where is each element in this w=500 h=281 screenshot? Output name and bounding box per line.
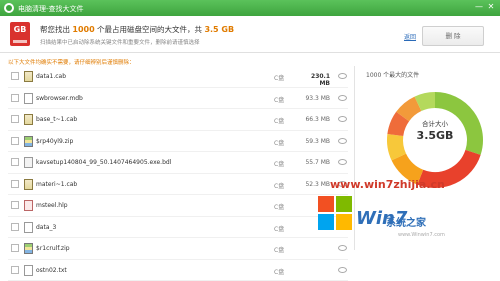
file-file-icon bbox=[24, 222, 33, 233]
zip-file-icon bbox=[24, 136, 33, 147]
file-name: kavsetup140804_99_50.1407464905.exe.bdl bbox=[36, 159, 171, 166]
row-checkbox[interactable] bbox=[11, 94, 19, 102]
file-row[interactable]: materi~1.cab C盘 52.3 MB bbox=[8, 174, 348, 196]
row-checkbox[interactable] bbox=[11, 137, 19, 145]
file-drive: C盘 bbox=[274, 159, 284, 168]
file-drive: C盘 bbox=[274, 95, 284, 104]
back-link[interactable]: 返回 bbox=[404, 32, 416, 41]
file-name: base_t~1.cab bbox=[36, 116, 77, 123]
row-checkbox[interactable] bbox=[11, 180, 19, 188]
preview-eye-icon[interactable] bbox=[338, 73, 347, 79]
preview-eye-icon[interactable] bbox=[338, 95, 347, 101]
file-drive: C盘 bbox=[274, 181, 284, 190]
row-checkbox[interactable] bbox=[11, 266, 19, 274]
preview-eye-icon[interactable] bbox=[338, 138, 347, 144]
title-bar: 电脑清理-查找大文件 — ✕ bbox=[0, 0, 500, 16]
file-size: 55.7 MB bbox=[300, 159, 330, 166]
file-name: $rp40yl9.zip bbox=[36, 138, 73, 145]
size-donut-chart bbox=[370, 84, 500, 214]
row-checkbox[interactable] bbox=[11, 158, 19, 166]
file-row[interactable]: swbrowser.mdb C盘 93.3 MB bbox=[8, 88, 348, 110]
file-row[interactable]: data_3 C盘 bbox=[8, 217, 348, 239]
file-drive: C盘 bbox=[274, 138, 284, 147]
file-size: 66.3 MB bbox=[300, 116, 330, 123]
file-row[interactable]: base_t~1.cab C盘 66.3 MB bbox=[8, 109, 348, 131]
donut-segment bbox=[395, 116, 402, 134]
chart-title: 1000 个最大的文件 bbox=[366, 70, 419, 79]
zip-file-icon bbox=[24, 243, 33, 254]
exe-file-icon bbox=[24, 157, 33, 168]
file-drive: C盘 bbox=[274, 202, 284, 211]
file-count: 1000 bbox=[72, 25, 94, 34]
file-drive: C盘 bbox=[274, 224, 284, 233]
warning-hint: 以下大文件均确实不需要，请仔细辨别后谨慎删除： bbox=[8, 58, 135, 66]
hlp-file-icon bbox=[24, 200, 33, 211]
file-row[interactable]: kavsetup140804_99_50.1407464905.exe.bdl C… bbox=[8, 152, 348, 174]
gb-file-icon: GB bbox=[10, 22, 30, 46]
file-name: materi~1.cab bbox=[36, 181, 77, 188]
file-name: msteel.hlp bbox=[36, 202, 68, 209]
watermark-slogan: 系统之家 bbox=[386, 214, 426, 229]
preview-eye-icon[interactable] bbox=[338, 159, 347, 165]
summary-header: GB 帮您找出 1000 个最占用磁盘空间的大文件，共 3.5 GB 扫描结果中… bbox=[0, 16, 500, 53]
window-title: 电脑清理-查找大文件 bbox=[18, 4, 84, 14]
delete-button[interactable]: 删 除 bbox=[422, 26, 484, 46]
file-name: data1.cab bbox=[36, 73, 66, 80]
windows-logo-icon bbox=[318, 196, 354, 232]
file-drive: C盘 bbox=[274, 267, 284, 276]
divider bbox=[354, 66, 355, 250]
file-name: data_3 bbox=[36, 224, 56, 231]
file-size: 52.3 MB bbox=[300, 181, 330, 188]
preview-eye-icon[interactable] bbox=[338, 245, 347, 251]
preview-eye-icon[interactable] bbox=[338, 116, 347, 122]
app-logo-icon bbox=[4, 3, 14, 13]
total-size-value: 3.5GB bbox=[410, 129, 460, 142]
file-row[interactable]: data1.cab C盘 230.1 MB bbox=[8, 66, 348, 88]
donut-segment bbox=[418, 100, 435, 104]
file-drive: C盘 bbox=[274, 116, 284, 125]
file-drive: C盘 bbox=[274, 73, 284, 82]
file-size: 59.3 MB bbox=[300, 138, 330, 145]
cab-file-icon bbox=[24, 71, 33, 82]
file-list: data1.cab C盘 230.1 MB swbrowser.mdb C盘 93.3 M… bbox=[8, 66, 348, 281]
cab-file-icon bbox=[24, 114, 33, 125]
file-name: $r1crulf.zip bbox=[36, 245, 70, 252]
summary-subtext: 扫描结果中已启动除系统关键文件和重要文件，删除前请谨慎选择 bbox=[40, 38, 200, 46]
file-file-icon bbox=[24, 93, 33, 104]
file-name: ostn02.txt bbox=[36, 267, 67, 274]
summary-text: 帮您找出 1000 个最占用磁盘空间的大文件，共 3.5 GB bbox=[40, 24, 234, 35]
total-size-label: 合计大小 bbox=[410, 118, 460, 128]
file-name: swbrowser.mdb bbox=[36, 95, 83, 102]
minimize-button[interactable]: — bbox=[474, 2, 484, 12]
total-size: 3.5 GB bbox=[204, 25, 234, 34]
watermark-url: www.Winwin7.com bbox=[398, 232, 445, 238]
cab-file-icon bbox=[24, 179, 33, 190]
row-checkbox[interactable] bbox=[11, 244, 19, 252]
file-file-icon bbox=[24, 265, 33, 276]
file-row[interactable]: $rp40yl9.zip C盘 59.3 MB bbox=[8, 131, 348, 153]
row-checkbox[interactable] bbox=[11, 223, 19, 231]
row-checkbox[interactable] bbox=[11, 201, 19, 209]
donut-segment bbox=[403, 104, 418, 117]
close-button[interactable]: ✕ bbox=[486, 2, 496, 12]
preview-eye-icon[interactable] bbox=[338, 267, 347, 273]
file-row[interactable]: msteel.hlp C盘 bbox=[8, 195, 348, 217]
file-row[interactable]: $r1crulf.zipC盘 bbox=[8, 238, 348, 260]
file-row[interactable]: ostn02.txt C盘 bbox=[8, 260, 348, 281]
file-size: 230.1 MB bbox=[300, 73, 330, 87]
file-size: 93.3 MB bbox=[300, 95, 330, 102]
row-checkbox[interactable] bbox=[11, 72, 19, 80]
row-checkbox[interactable] bbox=[11, 115, 19, 123]
donut-segment bbox=[395, 135, 399, 157]
watermark-site: www.win7zhijia.cn bbox=[330, 178, 445, 191]
